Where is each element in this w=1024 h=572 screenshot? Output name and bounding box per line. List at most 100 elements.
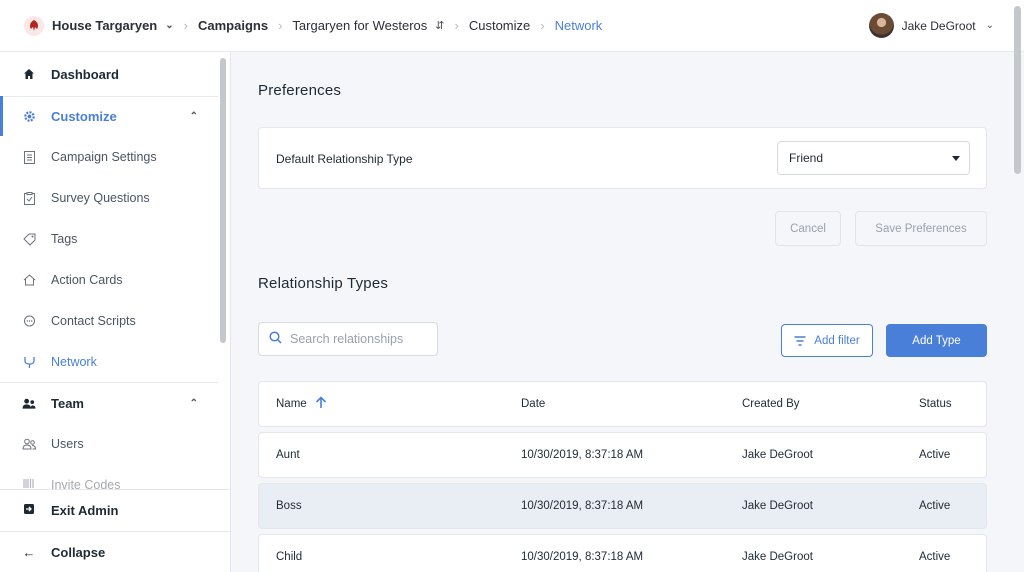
sidebar-item-customize[interactable]: Customize ⌃ <box>0 96 218 136</box>
tag-icon <box>22 233 36 246</box>
collapse-button[interactable]: ← Collapse <box>0 531 230 572</box>
breadcrumb-separator-icon: › <box>278 18 283 33</box>
cell-created-by: Jake DeGroot <box>742 449 813 461</box>
sidebar-item-label: Customize <box>51 108 117 124</box>
user-menu[interactable]: Jake DeGroot ⌄ <box>868 13 994 38</box>
sidebar-item-label: Dashboard <box>51 66 119 82</box>
sidebar-item-survey-questions[interactable]: Survey Questions <box>0 178 218 218</box>
table-header: Name Date Created By Status <box>258 381 987 427</box>
exit-admin-label: Exit Admin <box>51 503 119 518</box>
column-header-date[interactable]: Date <box>521 382 545 426</box>
cell-name: Boss <box>276 500 302 512</box>
team-icon <box>22 397 36 410</box>
exit-icon <box>22 503 36 518</box>
chevron-down-icon: ⌄ <box>985 20 994 31</box>
add-type-label: Add Type <box>912 334 961 347</box>
preferences-title: Preferences <box>258 82 342 99</box>
breadcrumb-campaign-switcher[interactable]: Targaryen for Westeros ⇵ <box>292 18 444 33</box>
add-filter-label: Add filter <box>814 334 860 347</box>
column-header-name[interactable]: Name <box>276 382 327 426</box>
cell-name: Child <box>276 551 303 563</box>
sidebar-item-label: Tags <box>51 232 78 246</box>
sidebar-item-action-cards[interactable]: Action Cards <box>0 260 218 300</box>
sidebar-item-dashboard[interactable]: Dashboard <box>0 54 218 94</box>
org-name: House Targaryen <box>52 18 158 33</box>
sidebar-item-label: Network <box>51 355 97 369</box>
arrow-left-icon: ← <box>22 544 36 560</box>
cell-date: 10/30/2019, 8:37:18 AM <box>521 551 644 563</box>
breadcrumb-label: Targaryen for Westeros <box>292 18 428 33</box>
table-row[interactable]: Boss 10/30/2019, 8:37:18 AM Jake DeGroot… <box>258 483 987 529</box>
sidebar-item-tags[interactable]: Tags <box>0 219 218 259</box>
breadcrumb-label: Customize <box>468 18 531 33</box>
chevron-up-icon: ⌃ <box>189 110 198 122</box>
sidebar-scrollbar[interactable] <box>220 58 226 343</box>
sort-updown-icon: ⇵ <box>435 20 445 32</box>
add-type-button[interactable]: Add Type <box>886 324 987 357</box>
cell-created-by: Jake DeGroot <box>742 551 813 563</box>
cancel-button[interactable]: Cancel <box>775 211 841 246</box>
table-row[interactable]: Aunt 10/30/2019, 8:37:18 AM Jake DeGroot… <box>258 432 987 478</box>
search-icon <box>269 331 282 347</box>
breadcrumb-network: Network <box>555 18 603 33</box>
search-box[interactable] <box>258 322 438 356</box>
cell-status: Active <box>919 449 951 461</box>
house-outline-icon <box>22 274 36 286</box>
sidebar-item-label: Users <box>51 437 84 451</box>
sidebar-item-label: Team <box>51 395 84 411</box>
column-label: Date <box>521 398 546 410</box>
save-preferences-button[interactable]: Save Preferences <box>855 211 987 246</box>
page-scrollbar[interactable] <box>1014 6 1021 174</box>
breadcrumb-separator-icon: › <box>183 18 188 33</box>
chevron-down-icon: ⌄ <box>165 20 174 31</box>
filter-icon <box>794 335 806 346</box>
sidebar-item-network[interactable]: Network <box>0 342 218 382</box>
preferences-card: Default Relationship Type Friend <box>258 127 987 189</box>
dragon-logo-icon <box>24 15 44 36</box>
breadcrumb-label: Campaigns <box>197 18 269 33</box>
sidebar-item-label: Action Cards <box>51 273 123 287</box>
select-value: Friend <box>789 151 824 165</box>
breadcrumb-label: Network <box>554 18 603 33</box>
chevron-up-icon: ⌃ <box>189 397 198 409</box>
sidebar-item-campaign-settings[interactable]: Campaign Settings <box>0 137 218 177</box>
breadcrumb-campaigns[interactable]: Campaigns <box>198 18 268 33</box>
home-icon <box>22 68 36 80</box>
column-header-created-by[interactable]: Created By <box>742 382 800 426</box>
cell-name: Aunt <box>276 449 300 461</box>
column-header-status[interactable]: Status <box>919 382 952 426</box>
sidebar-item-label: Invite Codes <box>51 478 121 489</box>
document-icon <box>22 150 36 164</box>
exit-admin-button[interactable]: Exit Admin <box>0 489 230 531</box>
cancel-label: Cancel <box>790 222 826 235</box>
sidebar-item-users[interactable]: Users <box>0 424 218 464</box>
collapse-label: Collapse <box>51 544 106 560</box>
chat-bubble-icon <box>22 315 36 328</box>
caret-down-icon <box>952 156 960 161</box>
sidebar-item-invite-codes[interactable]: Invite Codes <box>0 465 218 489</box>
default-relationship-select[interactable]: Friend <box>777 141 970 175</box>
search-input[interactable] <box>290 332 430 346</box>
add-filter-button[interactable]: Add filter <box>781 324 873 357</box>
table-row[interactable]: Child 10/30/2019, 8:37:18 AM Jake DeGroo… <box>258 534 987 572</box>
default-relationship-label: Default Relationship Type <box>276 152 413 166</box>
cell-created-by: Jake DeGroot <box>742 500 813 512</box>
arrow-up-icon <box>315 396 327 412</box>
sidebar-item-label: Contact Scripts <box>51 314 136 328</box>
save-preferences-label: Save Preferences <box>875 222 967 235</box>
column-label: Created By <box>742 398 800 410</box>
breadcrumb-customize[interactable]: Customize <box>469 18 530 33</box>
column-label: Status <box>919 398 952 410</box>
sidebar-item-contact-scripts[interactable]: Contact Scripts <box>0 301 218 341</box>
avatar <box>868 13 894 38</box>
sidebar-item-team[interactable]: Team ⌃ <box>0 383 218 423</box>
breadcrumb-separator-icon: › <box>454 18 459 33</box>
top-bar: House Targaryen ⌄ › Campaigns › Targarye… <box>0 0 1024 52</box>
gear-icon <box>22 110 36 123</box>
users-icon <box>22 438 36 450</box>
barcode-icon <box>22 478 36 489</box>
org-switcher[interactable]: House Targaryen ⌄ <box>52 18 174 33</box>
cell-date: 10/30/2019, 8:37:18 AM <box>521 449 644 461</box>
cell-date: 10/30/2019, 8:37:18 AM <box>521 500 644 512</box>
sidebar-item-label: Survey Questions <box>51 191 150 205</box>
